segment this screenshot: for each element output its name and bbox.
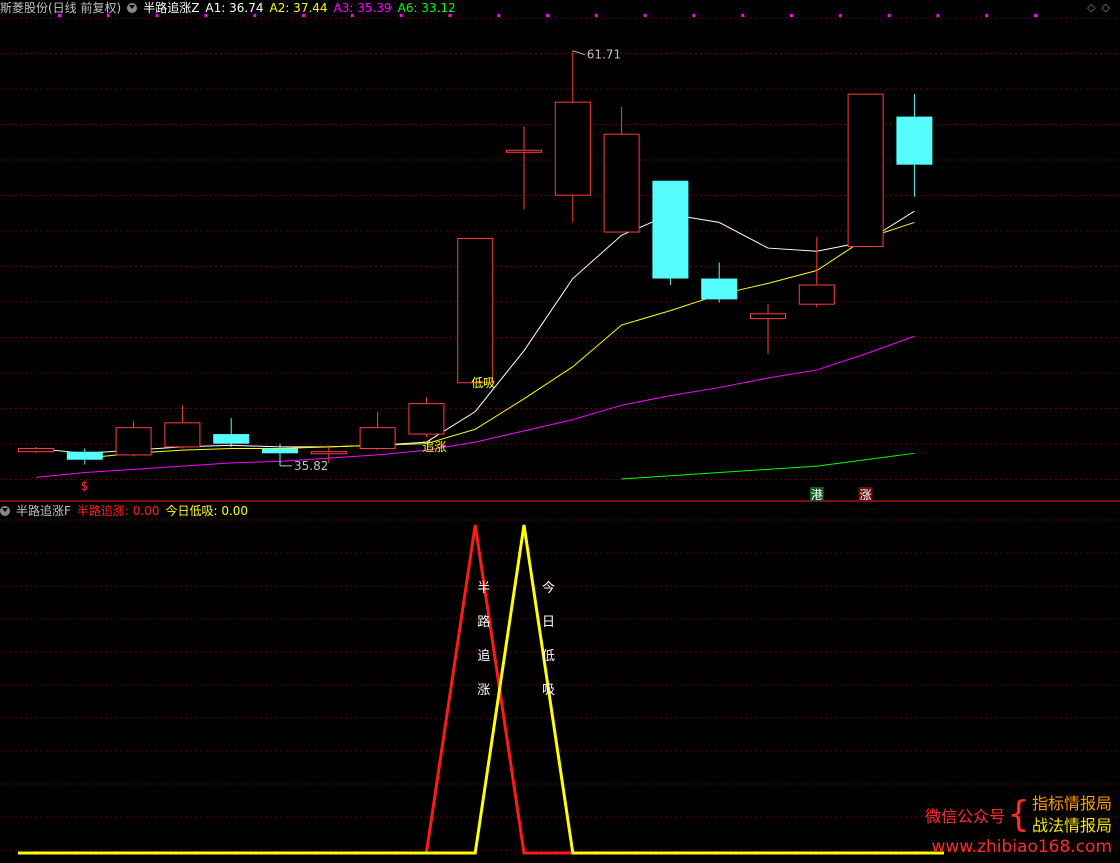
candle-body-up (408, 403, 445, 435)
annotation-label: 35.82 (294, 459, 328, 473)
candle-body-down (701, 278, 738, 300)
top-marker-dot (1034, 14, 1037, 17)
signal-vertical-char: 低 (542, 649, 555, 664)
dropdown-icon[interactable] (127, 3, 138, 13)
top-marker-dot (692, 14, 696, 17)
badge-label: 港 (811, 488, 823, 502)
a1-value: A1: 36.74 (205, 1, 264, 15)
annotation-label: 61.71 (587, 48, 621, 62)
annotation-pointer (572, 50, 585, 56)
candle-body-up (310, 451, 347, 455)
badge-label: 涨 (860, 487, 872, 502)
candle-body-up (750, 313, 786, 320)
a6-value: A6: 33.12 (397, 1, 456, 15)
annotation-label: 追涨 (422, 439, 446, 454)
candle-body-down (213, 434, 250, 444)
chase-value: 半路追涨: 0.00 (76, 504, 160, 518)
candle-body-up (798, 284, 835, 305)
annotation-label: $ (81, 479, 89, 493)
top-marker-dot (838, 14, 842, 17)
indicator-name[interactable]: 半路追涨Z (143, 1, 199, 15)
watermark: 微信公众号 { 指标情报局 战法情报局 www.zhibiao168.com (925, 793, 1112, 857)
watermark-line2: 战法情报局 (1031, 816, 1112, 835)
candle-body-up (164, 422, 201, 448)
signal-vertical-char: 吸 (542, 683, 555, 698)
top-marker-dot (546, 14, 549, 17)
signal-vertical-char: 涨 (477, 683, 490, 698)
top-marker-dot (741, 14, 745, 17)
sub-header: 半路追涨F 半路追涨: 0.00 今日低吸: 0.00 (0, 503, 254, 519)
signal-vertical-char: 日 (542, 615, 555, 630)
candle-body-up (506, 149, 542, 153)
candle-body-up (554, 101, 591, 196)
a3-value: A3: 35.39 (333, 1, 392, 15)
candle-body-up (847, 93, 884, 247)
candle-body-down (652, 180, 689, 279)
candlestick-chart[interactable]: 61.7135.82低吸追涨$港 涨半路追涨今日低吸 (0, 0, 1120, 863)
stock-title[interactable]: 斯菱股份(日线 前复权) (0, 1, 121, 15)
watermark-line1: 指标情报局 (1031, 794, 1112, 813)
candle-body-down (66, 451, 103, 460)
dip-value: 今日低吸: 0.00 (165, 504, 249, 518)
top-marker-dot (887, 14, 891, 17)
top-marker-dot (497, 14, 501, 17)
candle-body-up (457, 237, 494, 384)
top-marker-dot (790, 14, 793, 17)
dropdown-icon[interactable] (0, 506, 10, 516)
candle-body-up (18, 448, 54, 453)
watermark-brace: { (1007, 794, 1030, 835)
signal-vertical-char: 路 (477, 614, 490, 630)
top-marker-dot (936, 14, 940, 17)
main-header: 斯菱股份(日线 前复权) 半路追涨Z A1: 36.74 A2: 37.44 A3: 3… (0, 0, 462, 16)
candle-body-down (896, 116, 933, 165)
signal-vertical-char: 半 (477, 581, 490, 596)
top-marker-dot (594, 14, 598, 17)
candle-body-up (603, 133, 640, 233)
ma-line-a6 (621, 452, 915, 480)
diamond-icons[interactable]: ◇◇ (1087, 1, 1116, 14)
ma-line-a2 (84, 221, 915, 459)
top-marker-dot (985, 14, 989, 17)
candle-body-up (115, 427, 152, 456)
watermark-url: www.zhibiao168.com (931, 837, 1112, 857)
a2-value: A2: 37.44 (269, 1, 328, 15)
candle-body-up (359, 427, 396, 450)
signal-vertical-char: 今 (542, 580, 555, 596)
signal-vertical-char: 追 (477, 648, 490, 664)
watermark-wechat: 微信公众号 (925, 807, 1006, 826)
candle-body-down (262, 448, 298, 454)
top-marker-dot (643, 14, 647, 17)
annotation-label: 低吸 (471, 376, 495, 390)
sub-indicator-name[interactable]: 半路追涨F (16, 504, 71, 518)
